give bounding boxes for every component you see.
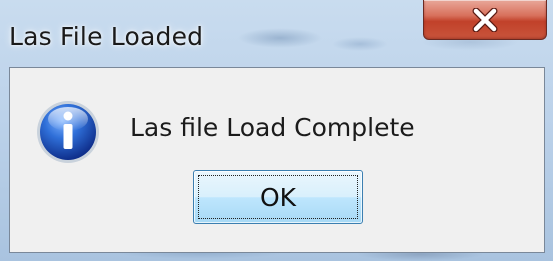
information-icon (37, 101, 99, 163)
dialog-content: Las file Load Complete OK (9, 67, 545, 253)
dialog-window: Las File Loaded Las file Load Complete O… (0, 0, 553, 261)
window-title: Las File Loaded (9, 22, 204, 51)
ok-button-label: OK (259, 182, 297, 212)
ok-button[interactable]: OK (193, 170, 363, 224)
dialog-message: Las file Load Complete (130, 113, 415, 142)
close-button[interactable] (423, 0, 547, 40)
close-icon (472, 7, 498, 32)
